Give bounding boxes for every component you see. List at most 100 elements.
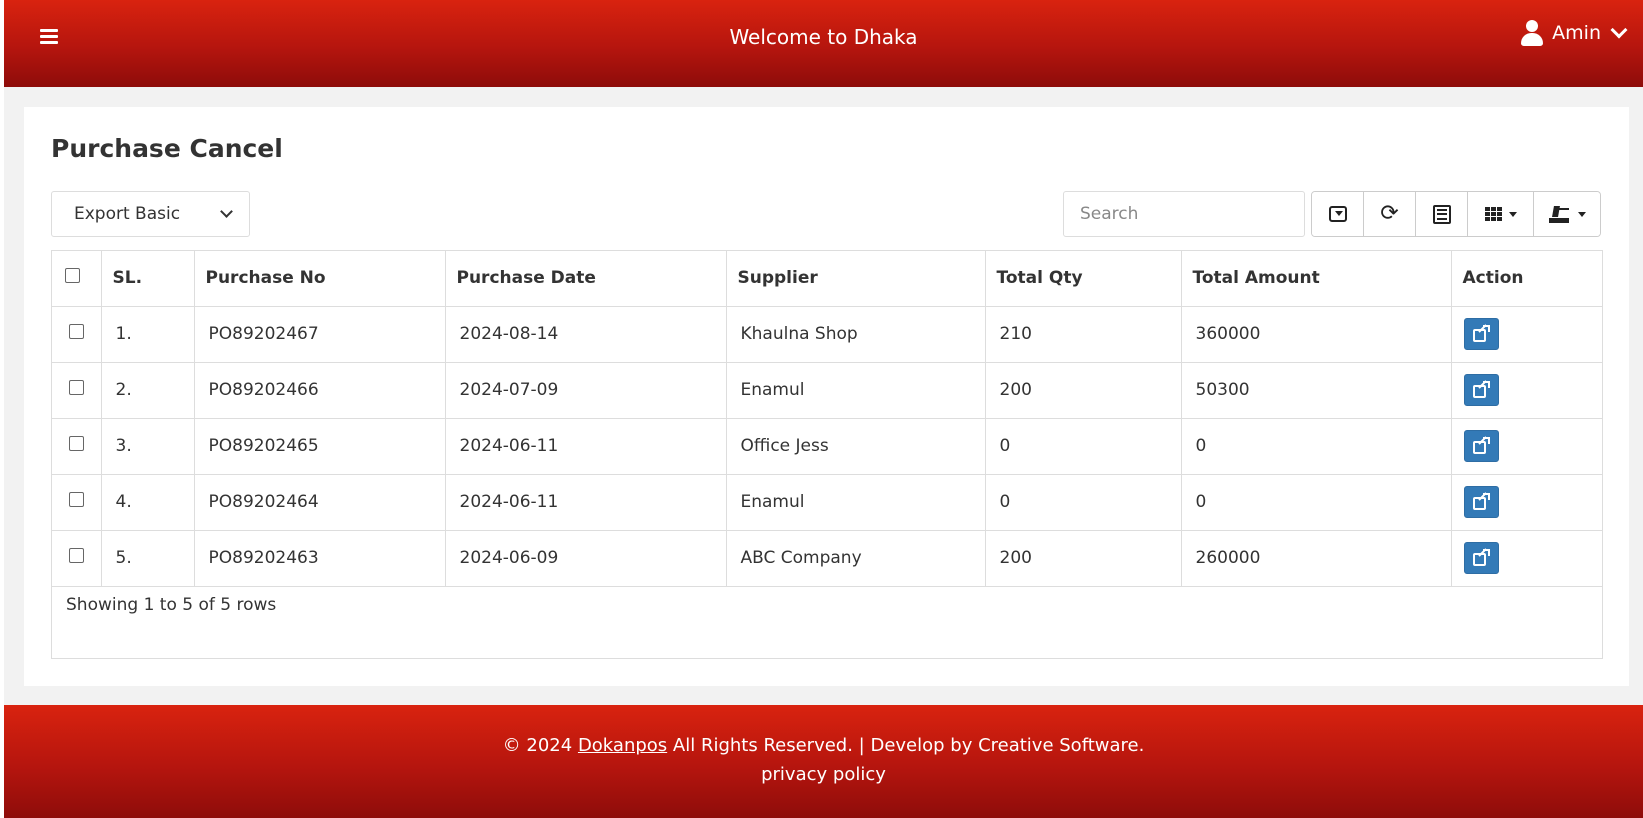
user-name: Amin [1552, 22, 1601, 44]
cell-sl: 2. [101, 362, 195, 419]
caret-down-icon [1577, 211, 1586, 217]
list-icon [1432, 204, 1451, 224]
chevron-down-icon [1610, 21, 1628, 39]
row-select-cell [52, 306, 102, 363]
export-icon [1548, 205, 1571, 223]
purchase-table: SL. Purchase No Purchase Date Supplier T… [52, 251, 1602, 587]
external-link-icon [1473, 436, 1490, 454]
export-type-value: Export Basic [74, 204, 181, 224]
refresh-icon: ⟳ [1380, 201, 1399, 226]
cell-purchase-no: PO89202463 [194, 530, 446, 587]
cell-sl: 5. [101, 530, 195, 587]
table-row: 1. PO89202467 2024-08-14 Khaulna Shop 210 360… [52, 306, 1602, 363]
cell-supplier: Enamul [726, 362, 986, 419]
cell-total-amount: 360000 [1181, 306, 1452, 363]
cell-sl: 3. [101, 418, 195, 475]
column-header-total-qty[interactable]: Total Qty [985, 251, 1182, 307]
copyright-prefix: © 2024 [502, 735, 578, 756]
row-checkbox[interactable] [69, 380, 84, 395]
copyright-suffix: All Rights Reserved. | Develop by Creati… [667, 735, 1145, 756]
toggle-icon [1328, 206, 1347, 222]
privacy-policy-link[interactable]: privacy policy [761, 764, 886, 785]
user-icon [1520, 20, 1544, 46]
welcome-text: Welcome to Dhaka [729, 25, 918, 49]
table-row: 3. PO89202465 2024-06-11 Office Jess 0 0 [52, 418, 1602, 475]
top-navbar: Welcome to Dhaka Amin [4, 0, 1643, 87]
cell-purchase-no: PO89202466 [194, 362, 446, 419]
cell-sl: 4. [101, 474, 195, 531]
cell-action [1451, 306, 1602, 363]
select-all-checkbox[interactable] [65, 268, 80, 284]
user-menu[interactable]: Amin [1520, 20, 1628, 46]
caret-down-icon [1508, 211, 1517, 217]
view-button[interactable] [1463, 318, 1499, 350]
columns-dropdown-button[interactable] [1468, 192, 1534, 236]
view-button[interactable] [1463, 486, 1499, 518]
cell-action [1451, 474, 1602, 531]
table-row: 4. PO89202464 2024-06-11 Enamul 0 0 [52, 474, 1602, 531]
export-type-select[interactable]: Export Basic [51, 191, 250, 237]
cell-supplier: Enamul [726, 474, 986, 531]
cell-purchase-date: 2024-06-11 [445, 474, 727, 531]
table-toolbar: ⟳ [1311, 191, 1601, 237]
cell-action [1451, 418, 1602, 475]
column-header-purchase-no[interactable]: Purchase No [194, 251, 446, 307]
column-header-action: Action [1451, 251, 1602, 307]
cell-total-qty: 200 [985, 530, 1182, 587]
select-all-cell [52, 251, 102, 307]
cell-total-qty: 200 [985, 362, 1182, 419]
row-select-cell [52, 530, 102, 587]
table-row: 2. PO89202466 2024-07-09 Enamul 200 50300 [52, 362, 1602, 419]
footer: © 2024 Dokanpos All Rights Reserved. | D… [4, 705, 1643, 818]
view-button[interactable] [1463, 430, 1499, 462]
external-link-icon [1473, 492, 1490, 510]
external-link-icon [1473, 548, 1490, 566]
chevron-down-icon [220, 205, 233, 218]
cell-total-amount: 260000 [1181, 530, 1452, 587]
external-link-icon [1473, 324, 1490, 342]
cell-supplier: Khaulna Shop [726, 306, 986, 363]
export-dropdown-button[interactable] [1534, 192, 1600, 236]
content-card: Purchase Cancel Export Basic ⟳ [24, 107, 1629, 686]
cell-purchase-date: 2024-08-14 [445, 306, 727, 363]
cell-purchase-date: 2024-06-09 [445, 530, 727, 587]
cell-action [1451, 362, 1602, 419]
row-select-cell [52, 474, 102, 531]
cell-purchase-no: PO89202467 [194, 306, 446, 363]
row-select-cell [52, 418, 102, 475]
refresh-button[interactable]: ⟳ [1364, 192, 1416, 236]
row-checkbox[interactable] [69, 492, 84, 507]
cell-total-amount: 0 [1181, 474, 1452, 531]
page-title: Purchase Cancel [51, 134, 283, 163]
row-checkbox[interactable] [69, 436, 84, 451]
table-body: 1. PO89202467 2024-08-14 Khaulna Shop 210 360… [52, 306, 1602, 587]
view-button[interactable] [1463, 374, 1499, 406]
cell-total-qty: 210 [985, 306, 1182, 363]
table-row: 5. PO89202463 2024-06-09 ABC Company 200 2600… [52, 530, 1602, 587]
search-input[interactable] [1063, 191, 1305, 237]
column-header-sl[interactable]: SL. [101, 251, 195, 307]
cell-purchase-no: PO89202465 [194, 418, 446, 475]
cell-purchase-no: PO89202464 [194, 474, 446, 531]
cell-total-amount: 50300 [1181, 362, 1452, 419]
cell-total-amount: 0 [1181, 418, 1452, 475]
cell-purchase-date: 2024-06-11 [445, 418, 727, 475]
left-edge-strip [0, 0, 4, 818]
cell-total-qty: 0 [985, 474, 1182, 531]
column-header-total-amount[interactable]: Total Amount [1181, 251, 1452, 307]
row-checkbox[interactable] [69, 324, 84, 339]
toggle-view-button[interactable] [1312, 192, 1364, 236]
cell-purchase-date: 2024-07-09 [445, 362, 727, 419]
external-link-icon [1473, 380, 1490, 398]
view-button[interactable] [1463, 542, 1499, 574]
row-checkbox[interactable] [69, 548, 84, 563]
cell-supplier: Office Jess [726, 418, 986, 475]
card-view-button[interactable] [1416, 192, 1468, 236]
cell-sl: 1. [101, 306, 195, 363]
footer-copyright: © 2024 Dokanpos All Rights Reserved. | D… [4, 735, 1643, 756]
brand-link[interactable]: Dokanpos [578, 735, 667, 756]
column-header-purchase-date[interactable]: Purchase Date [445, 251, 727, 307]
column-header-supplier[interactable]: Supplier [726, 251, 986, 307]
row-select-cell [52, 362, 102, 419]
table-header-row: SL. Purchase No Purchase Date Supplier T… [52, 251, 1602, 307]
